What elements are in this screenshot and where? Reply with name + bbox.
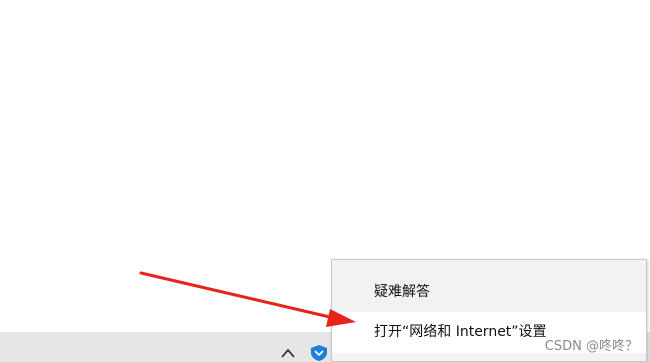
menu-item-troubleshoot[interactable]: 疑难解答 [332,273,646,311]
menu-item-label: 疑难解答 [374,284,430,300]
watermark-text: CSDN @咚咚？ [544,339,638,354]
network-shield-icon[interactable] [309,344,329,362]
menu-item-label: 打开“网络和 Internet”设置 [374,324,547,340]
chevron-up-icon[interactable] [280,346,296,360]
